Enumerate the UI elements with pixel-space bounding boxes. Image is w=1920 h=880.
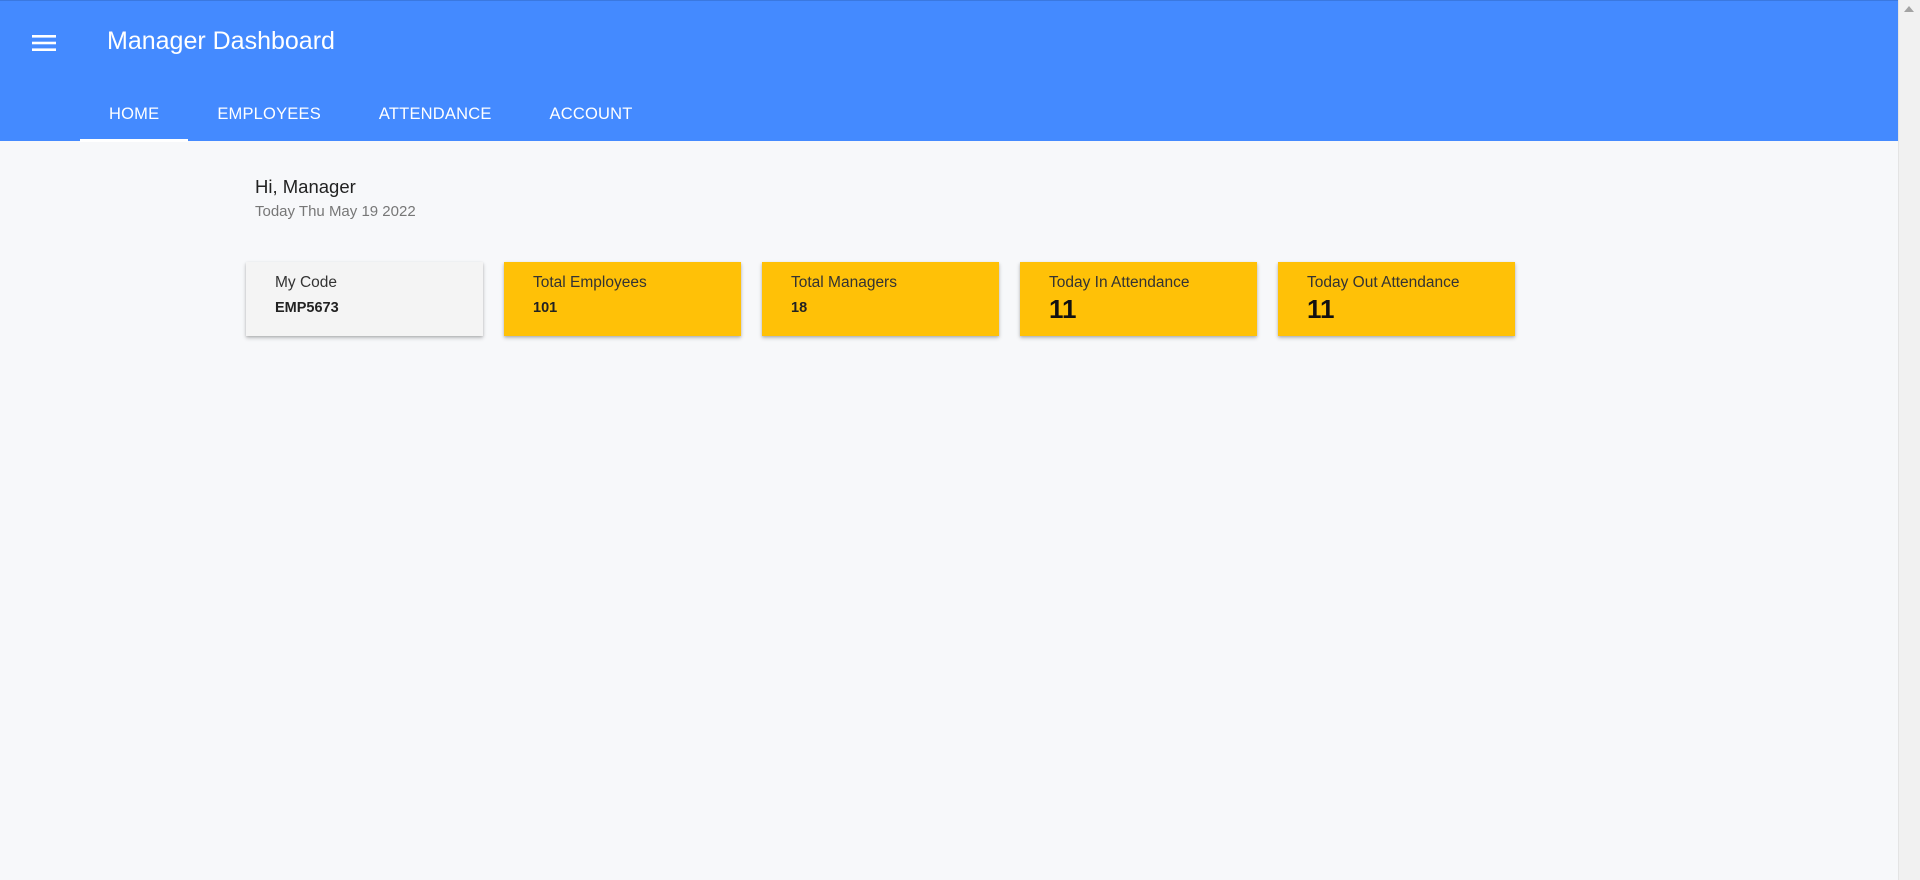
menu-button[interactable]: [22, 23, 66, 63]
nav-tabs: HOME EMPLOYEES ATTENDANCE ACCOUNT: [80, 87, 662, 142]
card-value: 11: [1049, 294, 1077, 324]
tab-home[interactable]: HOME: [80, 87, 189, 142]
card-label: Total Employees: [533, 274, 647, 291]
tab-home-label: HOME: [109, 105, 160, 123]
card-value: EMP5673: [275, 300, 339, 316]
app-root: Manager Dashboard HOME EMPLOYEES ATTENDA…: [0, 0, 1898, 880]
hamburger-menu-icon: [32, 34, 56, 52]
card-label: Today Out Attendance: [1307, 274, 1460, 291]
tab-attendance[interactable]: ATTENDANCE: [350, 87, 521, 142]
tab-attendance-label: ATTENDANCE: [378, 105, 492, 123]
card-value: 18: [791, 300, 808, 316]
top-app-bar: Manager Dashboard HOME EMPLOYEES ATTENDA…: [0, 0, 1898, 142]
card-total-managers: Total Managers 18: [762, 262, 999, 336]
tab-employees[interactable]: EMPLOYEES: [188, 87, 350, 142]
card-my-code: My Code EMP5673: [246, 262, 483, 336]
card-today-in-attendance: Today In Attendance 11: [1020, 262, 1257, 336]
tab-account[interactable]: ACCOUNT: [521, 87, 662, 142]
vertical-scrollbar[interactable]: [1898, 0, 1920, 880]
card-today-out-attendance: Today Out Attendance 11: [1278, 262, 1515, 336]
tab-employees-label: EMPLOYEES: [217, 105, 321, 123]
scroll-up-arrow-icon[interactable]: [1904, 6, 1914, 12]
app-title: Manager Dashboard: [107, 27, 335, 55]
card-value: 101: [533, 300, 558, 316]
stats-cards: My Code EMP5673 Total Employees 101 Tota…: [246, 262, 1536, 336]
card-label: My Code: [275, 274, 338, 291]
card-total-employees: Total Employees 101: [504, 262, 741, 336]
card-label: Total Managers: [791, 274, 897, 291]
today-date: Today Thu May 19 2022: [255, 203, 416, 220]
tab-account-label: ACCOUNT: [549, 105, 633, 123]
greeting-text: Hi, Manager: [255, 176, 356, 197]
card-label: Today In Attendance: [1049, 274, 1190, 291]
card-value: 11: [1307, 294, 1335, 324]
